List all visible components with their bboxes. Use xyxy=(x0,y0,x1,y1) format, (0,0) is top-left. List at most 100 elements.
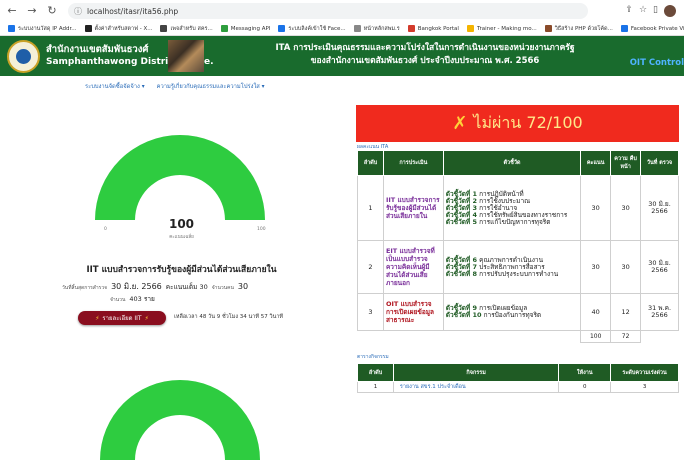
bookmark-label: เพจสำหรับ สคร... xyxy=(170,25,213,32)
bookmark-label: Trainer - Making mo... xyxy=(476,25,537,32)
nav-integrity-knowledge-menu[interactable]: ความรู้เกี่ยวกับคุณธรรมและความโปร่งใส ▾ xyxy=(157,81,265,91)
count-label: จำนวนคน xyxy=(211,285,234,291)
row-date: 30 มิ.ย. 2566 xyxy=(640,240,679,294)
col-header-progress: ความ คืบ หน้า xyxy=(610,150,642,176)
row-no: 2 xyxy=(357,240,384,294)
row-progress: 30 xyxy=(610,240,642,294)
col-header-date: วันที่ ตรวจ xyxy=(640,150,679,176)
bookmark-favicon-icon xyxy=(353,25,361,32)
row-tool-link[interactable]: IIT แบบสำรวจการรับรู้ของผู้มีส่วนได้ส่วน… xyxy=(382,175,444,241)
gauge-caption: คะแนนเฉลี่ย xyxy=(169,235,194,240)
bookmark-item[interactable]: ระบบลิงค์เข้าใช้ Face... xyxy=(278,25,346,33)
row-no: 1 xyxy=(357,175,384,241)
indicator-line: ตัวชี้วัดที่ 8 การปรับปรุงระบบการทำงาน xyxy=(445,269,559,278)
bookmarks-bar: ระบบงานวัสดุ IP Addr... ตั้งค่าสำหรับสตาฟ… xyxy=(0,22,684,36)
second-gauge-arc xyxy=(100,380,260,460)
iit-detail-label: รายละเอียด IIT xyxy=(102,315,142,322)
bookmark-item[interactable]: Bangkok Portal xyxy=(407,25,459,32)
gauge-value: 100 xyxy=(168,217,195,231)
col-header-indicator: ตัวชี้วัด xyxy=(442,150,582,176)
activity-table: ลำดับ กิจกรรม ให้งาน ระดับความเร่งด่วน 1… xyxy=(357,363,679,393)
respondent-label: จำนวน xyxy=(110,297,126,303)
bookmark-star-icon[interactable]: ☆ xyxy=(639,5,647,17)
respondent-value: 403 ราย xyxy=(129,295,155,303)
row-tool-link[interactable]: EIT แบบสำรวจที่เป็นแบบสำรวจความคิดเห็นผู… xyxy=(382,240,444,294)
oit-control-link[interactable]: OIT Control xyxy=(630,58,684,68)
bookmark-item[interactable]: Trainer - Making mo... xyxy=(466,25,537,32)
back-icon[interactable]: ← xyxy=(4,3,20,19)
reload-icon[interactable]: ↻ xyxy=(44,3,60,19)
row-date: 30 มิ.ย. 2566 xyxy=(640,175,679,241)
table-row: 1 IIT แบบสำรวจการรับรู้ของผู้มีส่วนได้ส่… xyxy=(357,175,679,241)
bookmark-item[interactable]: เพจสำหรับ สคร... xyxy=(160,25,213,33)
row-tool-link[interactable]: OIT แบบสำรวจการเปิดเผยข้อมูลสาธารณะ xyxy=(382,293,444,331)
row-progress: 12 xyxy=(610,293,642,331)
indicator-line: ตัวชี้วัดที่ 10 การป้องกันการทุจริต xyxy=(445,311,542,319)
sub-navigation: ระบบงานจัดซื้อจัดจ้าง ▾ ความรู้เกี่ยวกับ… xyxy=(85,81,265,91)
bookmark-label: Bangkok Portal xyxy=(417,25,459,32)
row-indicators: ตัวชี้วัดที่ 6 คุณภาพการดำเนินงาน ตัวชี้… xyxy=(442,240,582,294)
total-score: 100 xyxy=(580,330,612,343)
profile-avatar[interactable] xyxy=(664,5,676,17)
col-header-tool: การประเมิน xyxy=(382,150,444,176)
sidepanel-icon[interactable]: ▯ xyxy=(653,5,658,17)
row-score: 30 xyxy=(580,175,612,241)
bookmark-label: Facebook Private Vi... xyxy=(630,25,684,32)
bookmark-label: หน้าหลักสพม.ร xyxy=(363,25,400,32)
bookmark-favicon-icon xyxy=(160,25,168,32)
row-progress: 30 xyxy=(610,175,642,241)
table-row: 2 EIT แบบสำรวจที่เป็นแบบสำรวจความคิดเห็น… xyxy=(357,240,679,294)
activity-section-label: ตารางกิจกรรม xyxy=(357,354,389,360)
forward-icon[interactable]: → xyxy=(24,3,40,19)
countdown-text: เหลือเวลา 48 วัน 9 ชั่วโมง 34 นาที 57 วิ… xyxy=(174,314,284,320)
bookmark-favicon-icon xyxy=(407,25,415,32)
row-score: 40 xyxy=(580,293,612,331)
bookmark-favicon-icon xyxy=(466,25,474,32)
row-date: 31 พ.ค. 2566 xyxy=(640,293,679,331)
url-input[interactable]: ⓘ localhost/itasr/ita56.php xyxy=(68,3,588,19)
bookmark-item[interactable]: หน้าหลักสพม.ร xyxy=(353,25,400,33)
end-date-label: วันที่สิ้นสุดการสำรวจ xyxy=(62,285,108,291)
iit-detail-button[interactable]: ⚡ รายละเอียด IIT ⚡ xyxy=(78,311,166,325)
ita-title-line2: ของสำนักงานเขตสัมพันธวงศ์ ประจำปีงบประมา… xyxy=(310,56,540,66)
score-table: ลำดับ การประเมิน ตัวชี้วัด คะแนน ความ คื… xyxy=(357,150,679,343)
activity-link[interactable]: รายงาน สขร.1 ประจำเดือน xyxy=(392,381,560,393)
fail-banner: ✗ ไม่ผ่าน 72/100 xyxy=(356,105,679,142)
total-spacer-end xyxy=(640,330,679,343)
total-spacer xyxy=(357,330,581,343)
row-score: 30 xyxy=(580,240,612,294)
url-text: localhost/itasr/ita56.php xyxy=(87,6,179,16)
bookmark-label: วิธีสร้าง PHP ด้วยโค้ด... xyxy=(554,25,613,32)
bookmark-item[interactable]: วิธีสร้าง PHP ด้วยโค้ด... xyxy=(544,25,613,33)
activity-col-activity: กิจกรรม xyxy=(392,363,560,382)
share-icon[interactable]: ⇪ xyxy=(625,5,633,17)
bookmark-label: ระบบงานวัสดุ IP Addr... xyxy=(18,25,77,32)
bookmark-item[interactable]: ตั้งค่าสำหรับสตาฟ - X... xyxy=(84,25,153,33)
site-header: สำนักงานเขตสัมพันธวงศ์ Samphanthawong Di… xyxy=(0,36,684,76)
row-indicators: ตัวชี้วัดที่ 1 การปฏิบัติหน้าที่ ตัวชี้ว… xyxy=(442,175,582,241)
site-info-icon[interactable]: ⓘ xyxy=(74,6,82,17)
indicator-title: IIT แบบสำรวจการรับรู้ของผู้มีส่วนได้ส่วน… xyxy=(86,265,277,275)
bookmark-favicon-icon xyxy=(84,25,92,32)
district-logo[interactable] xyxy=(7,40,40,73)
bookmark-label: ตั้งค่าสำหรับสตาฟ - X... xyxy=(94,25,153,32)
nav-procurement-menu[interactable]: ระบบงานจัดซื้อจัดจ้าง ▾ xyxy=(85,81,145,91)
activity-col-assign: ให้งาน xyxy=(558,363,612,382)
activity-col-urgency: ระดับความเร่งด่วน xyxy=(610,363,679,382)
bookmark-favicon-icon xyxy=(620,25,628,32)
bolt-icon: ⚡ xyxy=(95,314,100,322)
bookmark-item[interactable]: Messaging API xyxy=(220,25,271,32)
col-header-no: ลำดับ xyxy=(357,150,384,176)
bookmark-item[interactable]: ระบบงานวัสดุ IP Addr... xyxy=(8,25,77,33)
row-indicators: ตัวชี้วัดที่ 9 การเปิดเผยข้อมูล ตัวชี้วั… xyxy=(442,293,582,331)
table-row: 3 OIT แบบสำรวจการเปิดเผยข้อมูลสาธารณะ ตั… xyxy=(357,293,679,331)
count-value: 30 xyxy=(237,282,249,291)
bookmark-item[interactable]: Facebook Private Vi... xyxy=(620,25,684,32)
bolt-icon-right: ⚡ xyxy=(144,314,149,322)
indicator-stats: วันที่สิ้นสุดการสำรวจ 30 มิ.ย. 2566 คะแน… xyxy=(62,280,248,293)
bookmark-label: Messaging API xyxy=(230,25,271,32)
end-date-value: 30 มิ.ย. 2566 xyxy=(111,282,162,291)
bookmark-favicon-icon xyxy=(278,25,286,32)
indicator-line: ตัวชี้วัดที่ 5 การแก้ไขปัญหาการทุจริต xyxy=(445,217,551,226)
bookmark-favicon-icon xyxy=(544,25,552,32)
